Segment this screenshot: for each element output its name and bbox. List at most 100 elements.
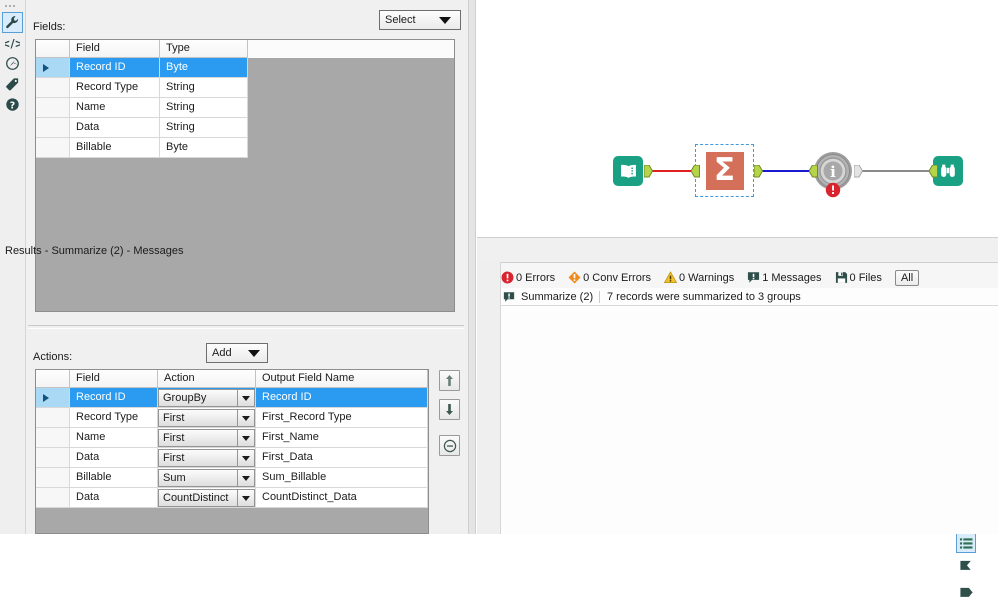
- actions-table-row[interactable]: Record Type First First_Record Type: [36, 408, 428, 428]
- action-dropdown[interactable]: CountDistinct: [158, 489, 255, 507]
- output-plug-summarize[interactable]: [754, 165, 763, 178]
- actions-cell-action[interactable]: GroupBy: [158, 388, 256, 408]
- chevron-down-icon[interactable]: [237, 410, 254, 426]
- move-down-button[interactable]: [439, 399, 460, 420]
- action-dropdown[interactable]: First: [158, 429, 255, 447]
- actions-cell-action[interactable]: Sum: [158, 468, 256, 488]
- compass-icon[interactable]: [2, 53, 23, 74]
- message-icon: [748, 272, 760, 283]
- message-separator: [599, 290, 600, 303]
- actions-table-row[interactable]: Record ID GroupBy Record ID: [36, 388, 428, 408]
- workflow-node-summarize[interactable]: Σ: [695, 144, 754, 197]
- row-marker: [36, 78, 70, 98]
- help-icon[interactable]: ?: [2, 94, 23, 115]
- panel-splitter[interactable]: [28, 325, 464, 329]
- add-dropdown-value: Add: [212, 347, 232, 359]
- configuration-panel: </> ? Fields: Select Field Type Record I: [0, 0, 468, 534]
- actions-cell-output: Sum_Billable: [256, 468, 428, 488]
- actions-cell-output: Record ID: [256, 388, 428, 408]
- row-marker: [36, 118, 70, 138]
- fields-cell-field: Billable: [70, 138, 160, 158]
- message-row[interactable]: Summarize (2) 7 records were summarized …: [501, 288, 998, 306]
- status-warnings-label: 0 Warnings: [678, 271, 735, 284]
- input-plug-gear[interactable]: [809, 165, 818, 178]
- minus-circle-icon: [443, 439, 456, 452]
- actions-cell-action[interactable]: First: [158, 448, 256, 468]
- input-plug-browse[interactable]: [929, 165, 938, 178]
- status-messages[interactable]: 1 Messages: [747, 271, 822, 284]
- chevron-down-icon[interactable]: [237, 430, 254, 446]
- chevron-down-icon[interactable]: [237, 450, 254, 466]
- actions-table-row[interactable]: Data First First_Data: [36, 448, 428, 468]
- actions-table-row[interactable]: Billable Sum Sum_Billable: [36, 468, 428, 488]
- status-conv-errors[interactable]: 0 Conv Errors: [568, 271, 651, 284]
- action-dropdown-value: First: [163, 412, 185, 424]
- chevron-down-icon[interactable]: [237, 490, 254, 506]
- alteryx-designer-window: </> ? Fields: Select Field Type Record I: [0, 0, 998, 597]
- action-dropdown[interactable]: First: [158, 449, 255, 467]
- config-icon-rail: </> ?: [0, 0, 26, 534]
- fields-table-header: Field Type: [36, 40, 454, 58]
- workflow-canvas[interactable]: [477, 0, 998, 238]
- pennant2-icon[interactable]: [956, 582, 976, 602]
- results-title: Results - Summarize (2) - Messages: [5, 245, 184, 257]
- actions-cell-action[interactable]: First: [158, 408, 256, 428]
- actions-cell-field: Data: [70, 488, 158, 508]
- action-dropdown[interactable]: GroupBy: [158, 389, 255, 407]
- actions-label: Actions:: [33, 351, 73, 363]
- fields-table-row[interactable]: Record Type String: [36, 78, 454, 98]
- actions-header-action: Action: [158, 370, 256, 388]
- fields-cell-type: Byte: [160, 58, 248, 78]
- svg-text:i: i: [830, 163, 836, 181]
- action-dropdown-value: CountDistinct: [163, 492, 229, 504]
- fields-table-row[interactable]: Record ID Byte: [36, 58, 454, 78]
- status-files[interactable]: 0 Files: [835, 271, 882, 284]
- status-errors[interactable]: 0 Errors: [501, 271, 555, 284]
- move-up-button[interactable]: [439, 370, 460, 391]
- remove-button[interactable]: [439, 435, 460, 456]
- row-marker: [36, 488, 70, 508]
- pennant-icon[interactable]: [956, 555, 976, 575]
- status-files-label: 0 Files: [849, 271, 882, 284]
- actions-table[interactable]: Field Action Output Field Name Record ID…: [35, 369, 429, 534]
- actions-header-mark: [36, 370, 70, 388]
- workflow-node-input-data[interactable]: [613, 156, 643, 186]
- fields-table[interactable]: Field Type Record ID Byte Record Type Strin…: [35, 39, 455, 312]
- wrench-icon[interactable]: [2, 12, 23, 33]
- output-plug-gear[interactable]: [854, 165, 863, 178]
- fields-table-row[interactable]: Data String: [36, 118, 454, 138]
- filter-all-button[interactable]: All: [894, 269, 920, 286]
- vertical-splitter[interactable]: [468, 0, 476, 534]
- action-dropdown-value: First: [163, 432, 185, 444]
- actions-cell-action[interactable]: CountDistinct: [158, 488, 256, 508]
- actions-cell-field: Data: [70, 448, 158, 468]
- fields-table-row[interactable]: Billable Byte: [36, 138, 454, 158]
- list-icon[interactable]: [956, 533, 976, 553]
- action-dropdown[interactable]: First: [158, 409, 255, 427]
- workflow-node-gear-info[interactable]: i: [812, 150, 854, 198]
- actions-cell-action[interactable]: First: [158, 428, 256, 448]
- fields-cell-type: Byte: [160, 138, 248, 158]
- status-conv-errors-label: 0 Conv Errors: [583, 271, 651, 284]
- error-badge-icon: [825, 182, 841, 198]
- svg-text:</>: </>: [5, 37, 20, 50]
- rail-grip[interactable]: [5, 3, 20, 9]
- output-plug-input-data[interactable]: [644, 165, 653, 178]
- chevron-down-icon[interactable]: [237, 470, 254, 486]
- add-dropdown[interactable]: Add: [206, 343, 268, 363]
- row-marker: [36, 468, 70, 488]
- action-dropdown[interactable]: Sum: [158, 469, 255, 487]
- actions-table-row[interactable]: Name First First_Name: [36, 428, 428, 448]
- actions-table-row[interactable]: Data CountDistinct CountDistinct_Data: [36, 488, 428, 508]
- warning-icon: [663, 271, 677, 284]
- input-plug-summarize[interactable]: [691, 165, 700, 178]
- chevron-down-icon[interactable]: [237, 390, 254, 406]
- fields-table-row[interactable]: Name String: [36, 98, 454, 118]
- code-icon[interactable]: </>: [2, 33, 23, 54]
- status-warnings[interactable]: 0 Warnings: [663, 271, 735, 284]
- action-dropdown-value: Sum: [163, 472, 186, 484]
- fields-cell-type: String: [160, 98, 248, 118]
- tag-icon[interactable]: [2, 74, 23, 95]
- select-dropdown[interactable]: Select: [379, 10, 461, 30]
- actions-cell-field: Record ID: [70, 388, 158, 408]
